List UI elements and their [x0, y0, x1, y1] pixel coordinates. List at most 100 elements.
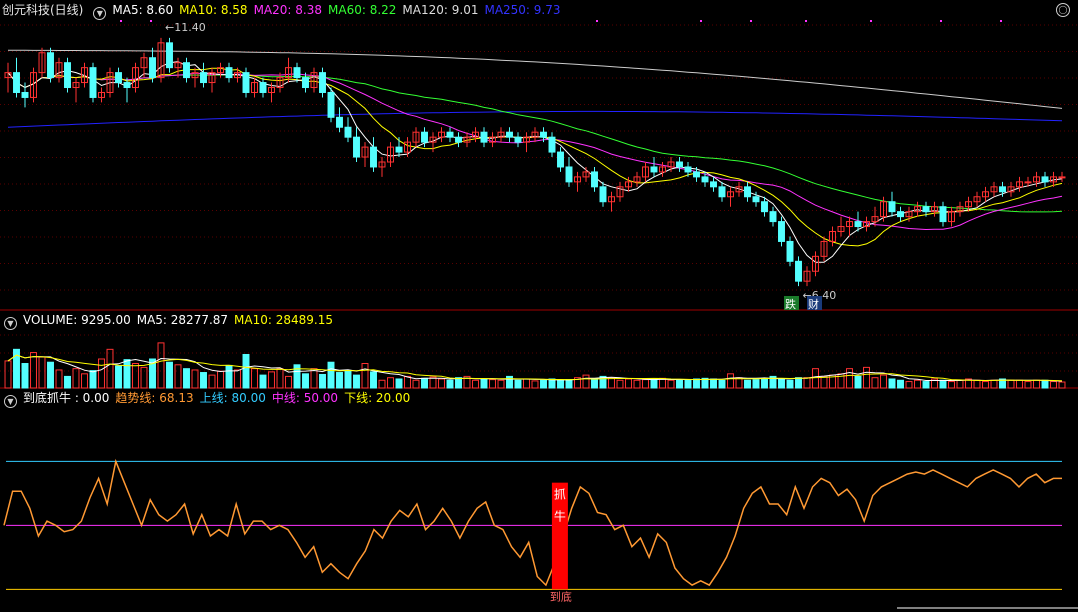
- volume-bar: [744, 379, 751, 389]
- volume-bar: [591, 378, 598, 389]
- volume-bar: [1016, 379, 1023, 389]
- candle-body: [64, 62, 71, 89]
- candle-body: [786, 240, 794, 262]
- volume-bar: [353, 374, 360, 389]
- volume-bar: [718, 379, 726, 389]
- volume-bar: [472, 379, 479, 389]
- ma20-line: [7, 72, 1063, 231]
- volume-bar: [191, 369, 199, 389]
- volume-bar: [302, 373, 309, 389]
- candle-body: [1041, 176, 1049, 183]
- volume-bar: [1058, 381, 1066, 389]
- volume-bar: [982, 381, 989, 389]
- candle-body: [540, 131, 547, 138]
- volume-bar: [455, 377, 462, 389]
- candle-body: [922, 206, 930, 213]
- volume-bar: [752, 379, 760, 389]
- candle-body: [353, 136, 360, 158]
- volume-bar: [642, 379, 649, 389]
- volume-bar: [438, 378, 445, 389]
- volume-bar: [251, 368, 258, 389]
- trend-line: [3, 458, 1062, 587]
- volume-bar: [693, 378, 700, 389]
- volume-bar: [4, 360, 12, 389]
- candle-body: [47, 52, 54, 79]
- volume-bar: [803, 377, 811, 389]
- volume-bar: [616, 379, 624, 389]
- volume-bar: [183, 368, 190, 389]
- candle-body: [200, 72, 207, 84]
- volume-bar: [667, 379, 675, 389]
- volume-bar: [174, 364, 182, 389]
- event-marker: [596, 20, 598, 22]
- volume-bar: [531, 380, 539, 389]
- volume-bar: [123, 359, 131, 389]
- volume-bar: [208, 374, 216, 389]
- volume-bar: [820, 375, 828, 389]
- volume-bar: [939, 379, 947, 389]
- volume-bar: [310, 368, 318, 389]
- volume-bar: [361, 363, 369, 389]
- volume-bar: [276, 368, 284, 389]
- volume-bar: [319, 373, 326, 389]
- candle-body: [302, 77, 309, 89]
- candle-body: [557, 151, 564, 168]
- ma250-line: [7, 110, 1063, 128]
- candle-body: [752, 196, 760, 203]
- candle-body: [888, 201, 896, 213]
- volume-bar: [540, 379, 547, 389]
- volume-bar: [1007, 379, 1015, 389]
- volume-bar: [956, 379, 964, 389]
- candle-body: [684, 166, 692, 173]
- candle-body: [650, 166, 658, 173]
- volume-bar: [38, 356, 46, 389]
- volume-bar: [497, 379, 505, 389]
- volume-bar: [106, 348, 114, 389]
- volume-bar: [608, 377, 615, 389]
- volume-bar: [1024, 381, 1032, 389]
- volume-bar: [336, 372, 343, 389]
- volume-bar: [795, 377, 802, 389]
- volume-bar: [55, 369, 63, 389]
- candle-body: [336, 116, 343, 128]
- volume-bar: [863, 366, 870, 389]
- volume-bar: [446, 379, 454, 389]
- volume-bar: [30, 352, 37, 389]
- ma10-line: [7, 67, 1063, 247]
- volume-bar: [880, 374, 887, 389]
- candle-body: [1058, 176, 1066, 179]
- volume-bar: [633, 379, 641, 389]
- volume-bar: [259, 374, 267, 389]
- volume-bar: [395, 378, 403, 389]
- volume-bar: [166, 361, 173, 389]
- candle-body: [1024, 181, 1032, 184]
- candle-body: [897, 211, 904, 218]
- event-marker: [870, 20, 872, 22]
- volume-bar: [778, 378, 785, 389]
- volume-bar: [140, 366, 148, 389]
- volume-bar: [81, 373, 88, 389]
- volume-bar: [582, 374, 590, 389]
- volume-bar: [98, 358, 105, 389]
- volume-bar: [47, 361, 54, 389]
- candle-body: [259, 82, 267, 93]
- signal-text: 抓: [554, 488, 566, 502]
- candle-body: [115, 72, 122, 84]
- candle-body: [506, 131, 513, 138]
- volume-bar: [489, 379, 496, 389]
- volume-bar: [217, 370, 224, 389]
- volume-bar: [914, 379, 921, 389]
- candle-body: [710, 181, 717, 188]
- volume-bar: [344, 370, 352, 389]
- volume-bar: [404, 375, 411, 389]
- volume-bar: [268, 371, 275, 389]
- event-marker: [700, 20, 702, 22]
- candle-body: [149, 57, 156, 79]
- candle-body: [446, 131, 454, 138]
- volume-bar: [21, 363, 29, 389]
- candle-body: [718, 186, 726, 198]
- event-marker: [750, 20, 752, 22]
- volume-bar: [897, 379, 904, 389]
- volume-bar: [421, 377, 428, 389]
- volume-bar: [565, 379, 573, 389]
